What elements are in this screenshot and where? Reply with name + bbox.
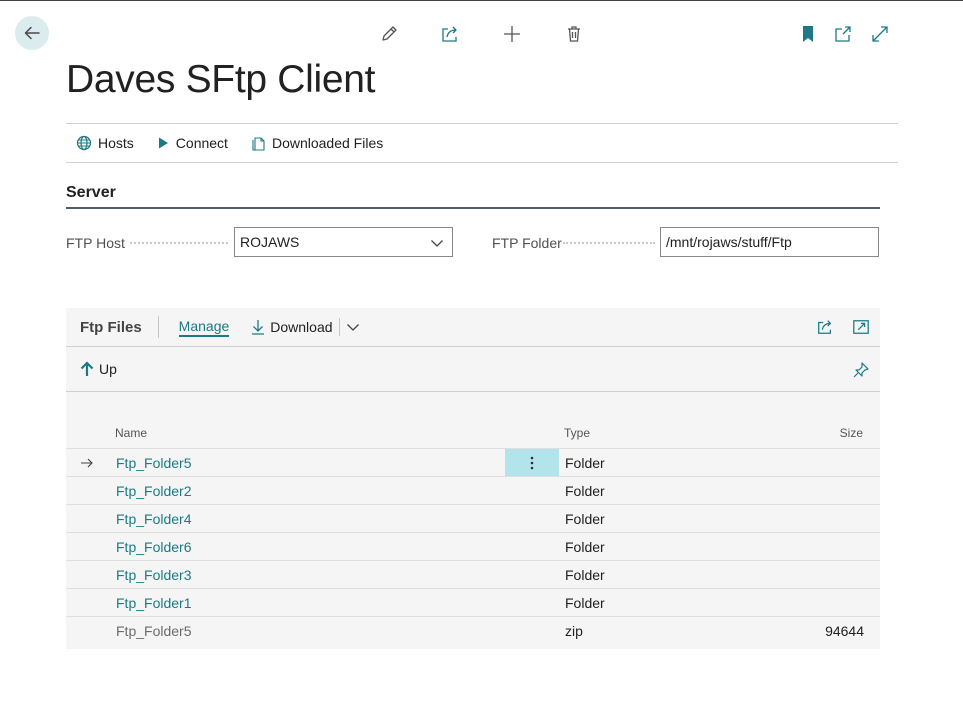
divider — [66, 346, 880, 347]
open-new-window-button[interactable] — [831, 22, 855, 46]
table-row[interactable]: Ftp_Folder2 Folder — [66, 476, 880, 504]
up-label: Up — [99, 361, 117, 377]
chevron-down-icon — [431, 240, 443, 247]
bookmark-button[interactable] — [796, 22, 820, 46]
up-arrow-icon — [80, 361, 94, 376]
divider — [157, 316, 159, 338]
row-size: 94644 — [825, 622, 864, 639]
row-type: zip — [565, 622, 583, 639]
edit-button[interactable] — [377, 22, 401, 46]
column-header-size[interactable]: Size — [840, 426, 863, 440]
ftp-host-value: ROJAWS — [240, 234, 300, 250]
download-action[interactable]: Download — [251, 319, 333, 335]
table-row[interactable]: Ftp_Folder5 zip 94644 — [66, 616, 880, 644]
download-icon — [252, 320, 265, 335]
row-type: Folder — [565, 482, 605, 499]
back-arrow-icon — [24, 26, 40, 40]
row-name-link[interactable]: Ftp_Folder1 — [116, 595, 191, 611]
table-row[interactable]: Ftp_Folder1 Folder — [66, 588, 880, 616]
downloaded-files-action[interactable]: Downloaded Files — [250, 135, 383, 151]
hosts-action[interactable]: Hosts — [76, 135, 134, 151]
table-row[interactable]: Ftp_Folder3 Folder — [66, 560, 880, 588]
ftp-host-label: FTP Host — [66, 235, 125, 251]
ftp-host-select[interactable]: ROJAWS — [234, 227, 453, 257]
row-name-link[interactable]: Ftp_Folder3 — [116, 567, 191, 583]
expand-icon — [872, 26, 888, 42]
ftp-folder-label: FTP Folder — [492, 235, 562, 251]
download-dropdown-button[interactable] — [346, 321, 360, 333]
field-dots — [130, 242, 228, 244]
row-type: Folder — [565, 538, 605, 555]
ftp-files-part: Ftp Files Manage Download Up Name Type S… — [66, 308, 880, 649]
more-vertical-icon — [530, 456, 534, 469]
row-name-link[interactable]: Ftp_Folder5 — [116, 455, 191, 471]
edit-pencil-icon — [382, 26, 397, 41]
section-underline — [66, 207, 880, 209]
chevron-down-icon — [346, 324, 359, 331]
up-action[interactable]: Up — [80, 361, 117, 377]
table-row[interactable]: Ftp_Folder6 Folder — [66, 532, 880, 560]
row-type: Folder — [565, 454, 605, 471]
hosts-label: Hosts — [98, 135, 134, 151]
ftp-folder-field[interactable]: /mnt/rojaws/stuff/Ftp — [660, 227, 879, 257]
expand-part-button[interactable] — [852, 318, 870, 339]
section-title-server: Server — [66, 184, 116, 201]
page-title: Daves SFtp Client — [66, 58, 376, 101]
share-part-button[interactable] — [816, 318, 834, 339]
row-type: Folder — [565, 594, 605, 611]
row-name-link[interactable]: Ftp_Folder4 — [116, 511, 191, 527]
expand-icon — [853, 320, 869, 334]
trash-icon — [568, 26, 580, 42]
share-button[interactable] — [438, 22, 462, 46]
table-row[interactable]: Ftp_Folder4 Folder — [66, 504, 880, 532]
row-type: Folder — [565, 566, 605, 583]
manage-tab[interactable]: Manage — [178, 318, 230, 337]
new-button[interactable] — [500, 22, 524, 46]
delete-button[interactable] — [562, 22, 586, 46]
row-type: Folder — [565, 510, 605, 527]
bookmark-icon — [803, 26, 813, 42]
part-header: Ftp Files Manage Download — [66, 308, 880, 346]
window-top-border — [0, 0, 963, 1]
pin-button[interactable] — [852, 361, 870, 382]
pin-icon — [853, 362, 869, 378]
globe-icon — [76, 135, 92, 151]
plus-icon — [504, 26, 520, 42]
row-name: Ftp_Folder5 — [116, 622, 192, 639]
column-header-name[interactable]: Name — [115, 426, 147, 440]
column-header-type[interactable]: Type — [564, 426, 590, 440]
row-name-link[interactable]: Ftp_Folder2 — [116, 483, 191, 499]
download-label: Download — [270, 319, 333, 335]
connect-label: Connect — [175, 135, 228, 151]
document-copy-icon — [252, 137, 265, 151]
downloaded-files-label: Downloaded Files — [271, 135, 384, 151]
expand-button[interactable] — [868, 22, 892, 46]
open-new-window-icon — [835, 26, 851, 42]
action-bar: Hosts Connect Downloaded Files — [66, 124, 898, 162]
connect-action[interactable]: Connect — [156, 135, 228, 151]
play-icon — [158, 137, 168, 149]
share-icon — [818, 320, 832, 334]
ftp-folder-value: /mnt/rojaws/stuff/Ftp — [666, 234, 792, 250]
share-icon — [442, 26, 457, 42]
divider — [66, 162, 898, 163]
row-actions-button[interactable] — [505, 449, 559, 476]
divider — [338, 318, 340, 336]
row-arrow-icon — [81, 458, 93, 468]
row-name-link[interactable]: Ftp_Folder6 — [116, 539, 191, 555]
part-title: Ftp Files — [80, 318, 142, 336]
divider — [66, 391, 880, 392]
table-row[interactable]: Ftp_Folder5 Folder — [66, 448, 880, 476]
back-button[interactable] — [15, 16, 49, 50]
field-dots — [563, 242, 655, 244]
